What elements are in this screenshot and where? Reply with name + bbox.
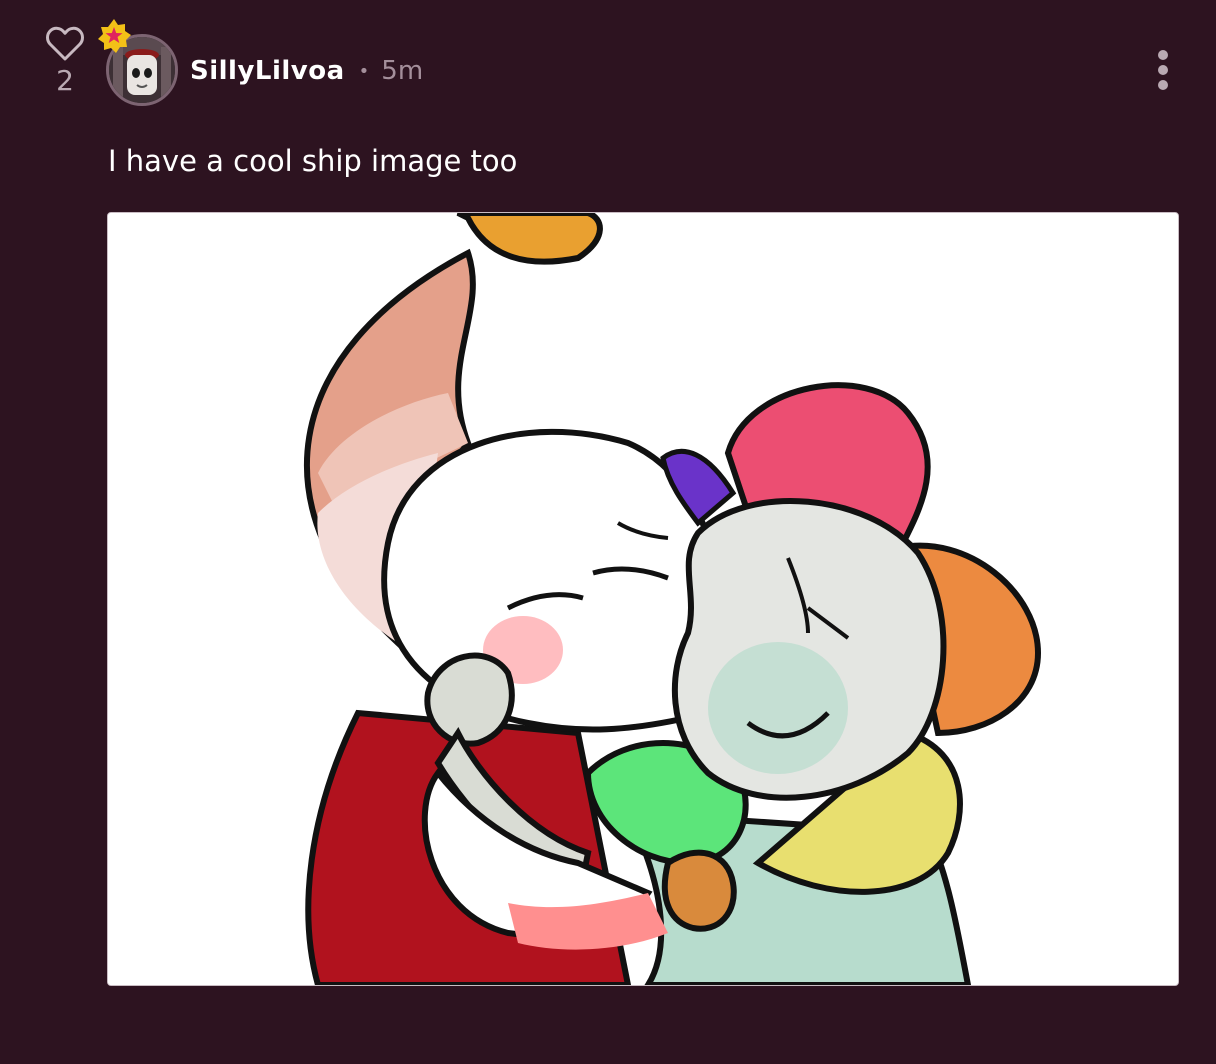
post-image[interactable] — [107, 212, 1179, 986]
ship-illustration — [108, 213, 1178, 985]
more-vertical-icon[interactable] — [1148, 48, 1178, 92]
post-body: I have a cool ship image too — [108, 144, 518, 178]
like-column: 2 — [44, 26, 86, 98]
post-timestamp: 5m — [381, 56, 424, 86]
heart-icon[interactable] — [45, 26, 85, 62]
post-card: 2 SillyLilvoa • 5m I have a cool ship im… — [0, 0, 1216, 1064]
post-meta: SillyLilvoa • 5m — [190, 52, 423, 90]
star-badge-icon — [98, 19, 131, 53]
like-count: 2 — [56, 64, 74, 97]
username-link[interactable]: SillyLilvoa — [190, 56, 345, 86]
meta-separator: • — [358, 60, 370, 82]
avatar-container — [98, 19, 178, 106]
